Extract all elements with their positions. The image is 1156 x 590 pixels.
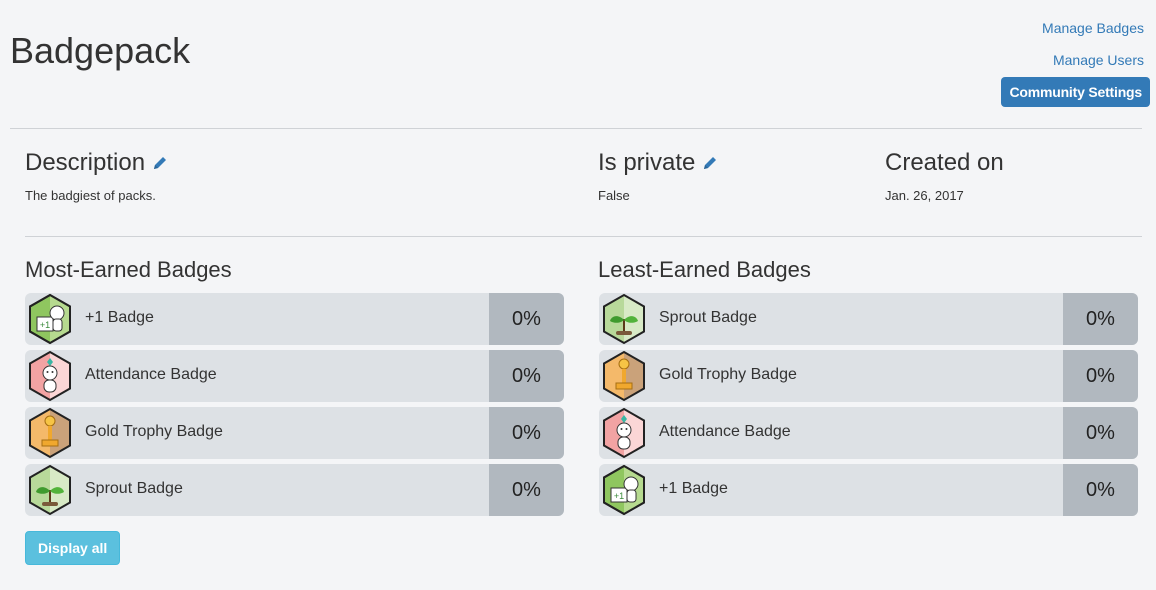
badge-row[interactable]: +1 +1 Badge 0%	[599, 464, 1138, 516]
divider	[25, 236, 1142, 237]
page-title: Badgepack	[10, 30, 191, 71]
created-on-section: Created on Jan. 26, 2017	[885, 148, 1004, 203]
badge-row[interactable]: Attendance Badge 0%	[25, 350, 564, 402]
plus-one-badge-icon: +1	[603, 464, 645, 516]
gold-trophy-badge-icon	[29, 407, 71, 459]
divider	[10, 128, 1142, 129]
badge-name: +1 Badge	[659, 480, 728, 497]
badge-percent: 0%	[489, 293, 564, 345]
least-earned-title: Least-Earned Badges	[598, 257, 811, 282]
attendance-badge-icon	[603, 407, 645, 459]
least-earned-list: Sprout Badge 0% Gold Trophy Badge 0% Att…	[599, 293, 1138, 521]
plus-one-badge-icon: +1	[29, 293, 71, 345]
badge-row[interactable]: Gold Trophy Badge 0%	[25, 407, 564, 459]
sprout-badge-icon	[603, 293, 645, 345]
svg-text:+1: +1	[40, 320, 50, 330]
badge-name: +1 Badge	[85, 309, 154, 326]
badge-percent: 0%	[1063, 350, 1138, 402]
is-private-value: False	[598, 188, 630, 203]
is-private-section: Is private False	[598, 148, 719, 203]
badge-name: Sprout Badge	[659, 309, 757, 326]
badge-row[interactable]: Sprout Badge 0%	[599, 293, 1138, 345]
manage-badges-link[interactable]: Manage Badges	[1042, 18, 1144, 38]
header-links: Manage Badges Manage Users	[1042, 18, 1144, 82]
created-on-value: Jan. 26, 2017	[885, 188, 964, 203]
attendance-badge-icon	[29, 350, 71, 402]
sprout-badge-icon	[29, 464, 71, 516]
badge-percent: 0%	[489, 464, 564, 516]
badge-name: Sprout Badge	[85, 480, 183, 497]
pencil-icon[interactable]	[151, 154, 169, 172]
badge-name: Attendance Badge	[659, 423, 791, 440]
manage-users-link[interactable]: Manage Users	[1042, 50, 1144, 70]
most-earned-list: +1 +1 Badge 0% Attendance Badge 0% Gold …	[25, 293, 564, 521]
description-value: The badgiest of packs.	[25, 188, 156, 203]
badge-percent: 0%	[1063, 293, 1138, 345]
most-earned-title: Most-Earned Badges	[25, 257, 232, 282]
badge-row[interactable]: Gold Trophy Badge 0%	[599, 350, 1138, 402]
description-label: Description	[25, 149, 146, 176]
badge-row[interactable]: Sprout Badge 0%	[25, 464, 564, 516]
badge-percent: 0%	[1063, 464, 1138, 516]
display-all-button[interactable]: Display all	[25, 531, 121, 565]
badge-percent: 0%	[1063, 407, 1138, 459]
created-on-label: Created on	[885, 149, 1004, 176]
is-private-label: Is private	[598, 149, 696, 176]
pencil-icon[interactable]	[701, 154, 719, 172]
svg-text:+1: +1	[614, 491, 624, 501]
gold-trophy-badge-icon	[603, 350, 645, 402]
badge-name: Gold Trophy Badge	[85, 423, 223, 440]
badge-name: Attendance Badge	[85, 366, 217, 383]
badge-percent: 0%	[489, 407, 564, 459]
community-settings-button[interactable]: Community Settings	[1001, 77, 1150, 107]
badge-row[interactable]: Attendance Badge 0%	[599, 407, 1138, 459]
badge-percent: 0%	[489, 350, 564, 402]
badge-name: Gold Trophy Badge	[659, 366, 797, 383]
description-section: Description The badgiest of packs.	[25, 148, 169, 203]
badge-row[interactable]: +1 +1 Badge 0%	[25, 293, 564, 345]
